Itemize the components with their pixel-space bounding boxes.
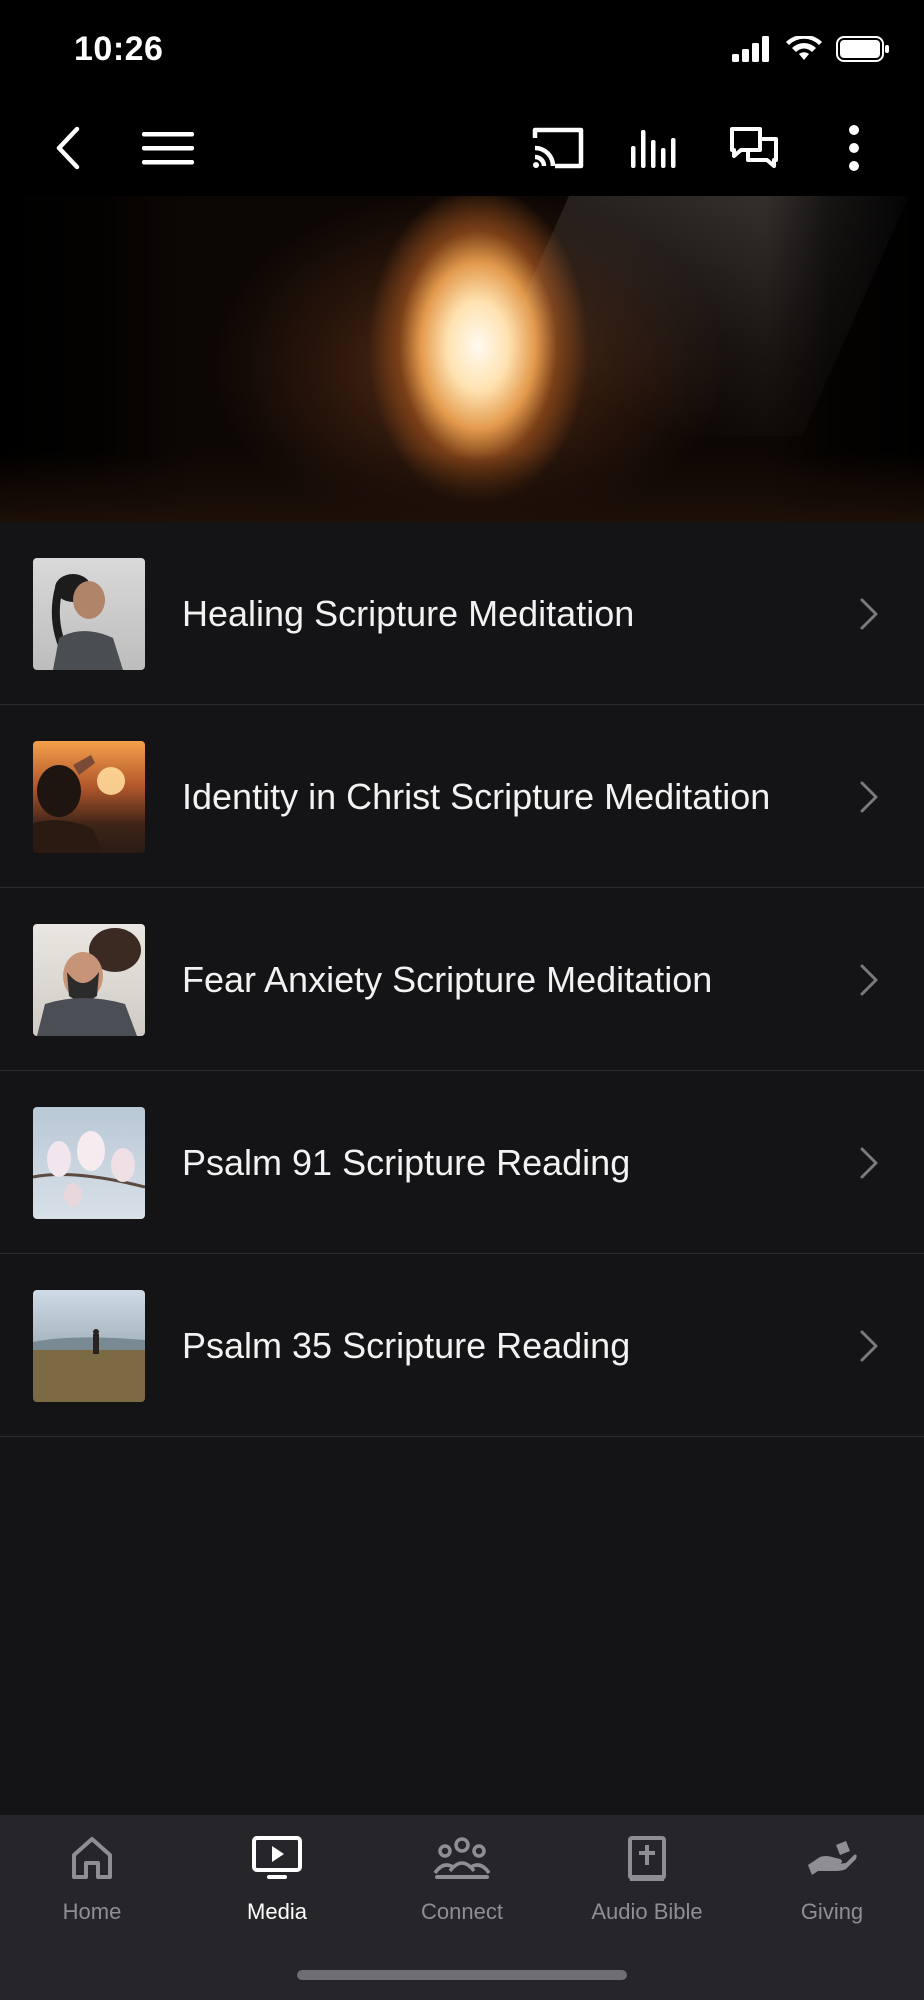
tab-audio-bible[interactable]: Audio Bible: [555, 1815, 739, 1945]
chat-icon: [730, 127, 778, 168]
tab-label: Home: [62, 1899, 122, 1924]
tab-media[interactable]: Media: [185, 1815, 369, 1945]
media-list: Healing Scripture Meditation Identity in…: [0, 522, 924, 1815]
signal-icon: [732, 36, 772, 67]
tab-label: Connect: [421, 1899, 503, 1924]
list-item[interactable]: Psalm 35 Scripture Reading: [0, 1254, 924, 1437]
tab-home[interactable]: Home: [0, 1815, 184, 1945]
toolbar: [0, 100, 924, 196]
item-title: Healing Scripture Meditation: [182, 592, 635, 634]
chat-button[interactable]: [724, 118, 784, 178]
tab-connect[interactable]: Connect: [370, 1815, 554, 1945]
home-icon: [72, 1837, 112, 1879]
item-title: Fear Anxiety Scripture Meditation: [182, 958, 713, 1000]
equalizer-icon: [631, 130, 676, 168]
battery-icon: [836, 36, 890, 67]
item-title: Psalm 91 Scripture Reading: [182, 1141, 631, 1183]
list-item[interactable]: Psalm 91 Scripture Reading: [0, 1071, 924, 1254]
list-item[interactable]: Healing Scripture Meditation: [0, 522, 924, 705]
thumbnail-psalm-91: [33, 1107, 145, 1219]
chevron-right-icon: [860, 1147, 878, 1179]
status-bar: 10:26: [0, 0, 924, 100]
wifi-icon: [786, 34, 822, 67]
tab-label: Giving: [800, 1899, 864, 1924]
status-time: 10:26: [74, 30, 164, 68]
audio-bible-icon: [628, 1836, 666, 1881]
thumbnail-healing: [33, 558, 145, 670]
status-icons: [732, 34, 890, 67]
chevron-right-icon: [860, 1330, 878, 1362]
tab-label: Media: [247, 1899, 307, 1924]
tab-giving[interactable]: Giving: [740, 1815, 924, 1945]
chevron-right-icon: [860, 781, 878, 813]
hero-image: [0, 196, 924, 522]
back-icon: [56, 126, 80, 170]
item-title: Psalm 35 Scripture Reading: [182, 1324, 631, 1366]
thumbnail-fear-anxiety: [33, 924, 145, 1036]
list-item[interactable]: Identity in Christ Scripture Meditation: [0, 705, 924, 888]
chevron-right-icon: [860, 964, 878, 996]
chevron-right-icon: [860, 598, 878, 630]
back-button[interactable]: [38, 118, 98, 178]
media-icon: [252, 1836, 302, 1879]
connect-icon: [433, 1837, 491, 1879]
cast-button[interactable]: [528, 118, 588, 178]
more-icon: [849, 125, 859, 171]
cast-icon: [532, 127, 584, 169]
menu-icon: [142, 132, 194, 165]
tab-label: Audio Bible: [591, 1899, 703, 1924]
item-title: Identity in Christ Scripture Meditation: [182, 775, 771, 817]
list-item[interactable]: Fear Anxiety Scripture Meditation: [0, 888, 924, 1071]
giving-icon: [808, 1841, 857, 1875]
equalizer-button[interactable]: [626, 118, 686, 178]
thumbnail-identity: [33, 741, 145, 853]
menu-button[interactable]: [138, 118, 198, 178]
more-button[interactable]: [824, 118, 884, 178]
thumbnail-psalm-35: [33, 1290, 145, 1402]
home-indicator[interactable]: [297, 1970, 627, 1980]
